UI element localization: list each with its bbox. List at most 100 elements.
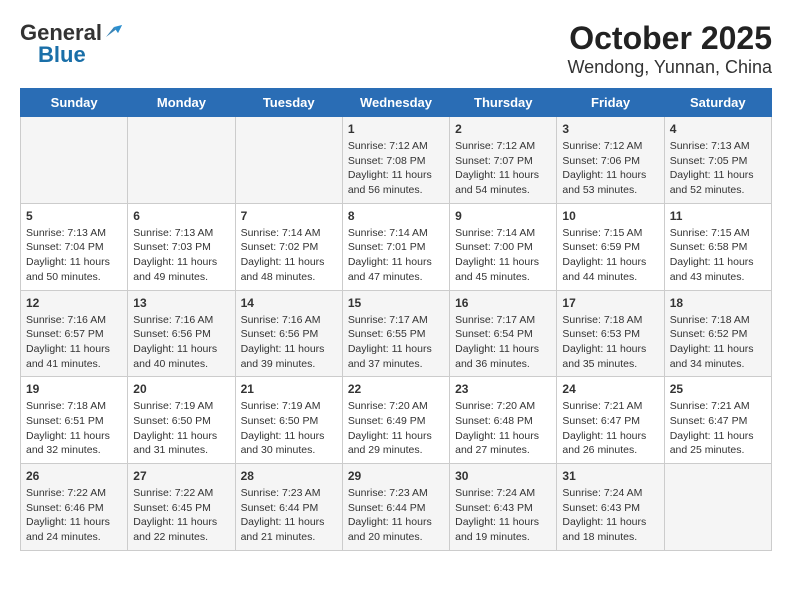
day-header-monday: Monday (128, 89, 235, 117)
day-cell: 8 Sunrise: 7:14 AMSunset: 7:01 PMDaylight… (342, 203, 449, 290)
day-detail: Sunrise: 7:15 AMSunset: 6:58 PMDaylight:… (670, 226, 766, 285)
day-cell: 31 Sunrise: 7:24 AMSunset: 6:43 PMDayligh… (557, 464, 664, 551)
day-cell: 5 Sunrise: 7:13 AMSunset: 7:04 PMDaylight… (21, 203, 128, 290)
day-detail: Sunrise: 7:14 AMSunset: 7:00 PMDaylight:… (455, 226, 551, 285)
day-number: 5 (26, 209, 122, 223)
day-detail: Sunrise: 7:12 AMSunset: 7:07 PMDaylight:… (455, 139, 551, 198)
day-detail: Sunrise: 7:14 AMSunset: 7:01 PMDaylight:… (348, 226, 444, 285)
day-cell: 28 Sunrise: 7:23 AMSunset: 6:44 PMDayligh… (235, 464, 342, 551)
day-number: 7 (241, 209, 337, 223)
day-number: 28 (241, 469, 337, 483)
day-detail: Sunrise: 7:21 AMSunset: 6:47 PMDaylight:… (562, 399, 658, 458)
day-cell: 25Sunrise: 7:21 AMSunset: 6:47 PMDayligh… (664, 377, 771, 464)
day-detail: Sunrise: 7:22 AMSunset: 6:45 PMDaylight:… (133, 486, 229, 545)
week-row-1: 1 Sunrise: 7:12 AMSunset: 7:08 PMDaylight… (21, 117, 772, 204)
day-number: 22 (348, 382, 444, 396)
week-row-2: 5 Sunrise: 7:13 AMSunset: 7:04 PMDaylight… (21, 203, 772, 290)
day-detail: Sunrise: 7:24 AMSunset: 6:43 PMDaylight:… (455, 486, 551, 545)
day-number: 17 (562, 296, 658, 310)
day-number: 2 (455, 122, 551, 136)
day-detail: Sunrise: 7:21 AMSunset: 6:47 PMDaylight:… (670, 399, 766, 458)
page-title: October 2025 (567, 20, 772, 57)
day-header-friday: Friday (557, 89, 664, 117)
day-detail: Sunrise: 7:23 AMSunset: 6:44 PMDaylight:… (241, 486, 337, 545)
day-detail: Sunrise: 7:16 AMSunset: 6:57 PMDaylight:… (26, 313, 122, 372)
day-detail: Sunrise: 7:12 AMSunset: 7:08 PMDaylight:… (348, 139, 444, 198)
day-cell: 3 Sunrise: 7:12 AMSunset: 7:06 PMDaylight… (557, 117, 664, 204)
week-row-3: 12 Sunrise: 7:16 AMSunset: 6:57 PMDayligh… (21, 290, 772, 377)
day-detail: Sunrise: 7:15 AMSunset: 6:59 PMDaylight:… (562, 226, 658, 285)
day-number: 16 (455, 296, 551, 310)
day-cell (664, 464, 771, 551)
day-number: 29 (348, 469, 444, 483)
day-detail: Sunrise: 7:24 AMSunset: 6:43 PMDaylight:… (562, 486, 658, 545)
day-detail: Sunrise: 7:18 AMSunset: 6:51 PMDaylight:… (26, 399, 122, 458)
day-number: 3 (562, 122, 658, 136)
title-block: October 2025 Wendong, Yunnan, China (567, 20, 772, 78)
day-cell (21, 117, 128, 204)
day-number: 10 (562, 209, 658, 223)
day-cell: 26 Sunrise: 7:22 AMSunset: 6:46 PMDayligh… (21, 464, 128, 551)
header-row: SundayMondayTuesdayWednesdayThursdayFrid… (21, 89, 772, 117)
day-detail: Sunrise: 7:13 AMSunset: 7:05 PMDaylight:… (670, 139, 766, 198)
week-row-5: 26 Sunrise: 7:22 AMSunset: 6:46 PMDayligh… (21, 464, 772, 551)
day-number: 24 (562, 382, 658, 396)
day-detail: Sunrise: 7:14 AMSunset: 7:02 PMDaylight:… (241, 226, 337, 285)
day-cell: 24 Sunrise: 7:21 AMSunset: 6:47 PMDayligh… (557, 377, 664, 464)
day-number: 20 (133, 382, 229, 396)
day-number: 30 (455, 469, 551, 483)
day-number: 6 (133, 209, 229, 223)
day-cell: 7 Sunrise: 7:14 AMSunset: 7:02 PMDaylight… (235, 203, 342, 290)
calendar-table: SundayMondayTuesdayWednesdayThursdayFrid… (20, 88, 772, 551)
day-cell: 20Sunrise: 7:19 AMSunset: 6:50 PMDayligh… (128, 377, 235, 464)
logo-bird-icon (104, 23, 122, 41)
day-cell: 11 Sunrise: 7:15 AMSunset: 6:58 PMDayligh… (664, 203, 771, 290)
day-number: 27 (133, 469, 229, 483)
day-number: 9 (455, 209, 551, 223)
day-detail: Sunrise: 7:20 AMSunset: 6:48 PMDaylight:… (455, 399, 551, 458)
day-detail: Sunrise: 7:18 AMSunset: 6:52 PMDaylight:… (670, 313, 766, 372)
day-number: 23 (455, 382, 551, 396)
day-number: 18 (670, 296, 766, 310)
day-number: 13 (133, 296, 229, 310)
logo-blue-text: Blue (38, 42, 86, 68)
day-cell: 9 Sunrise: 7:14 AMSunset: 7:00 PMDaylight… (450, 203, 557, 290)
day-number: 1 (348, 122, 444, 136)
day-cell: 18 Sunrise: 7:18 AMSunset: 6:52 PMDayligh… (664, 290, 771, 377)
day-cell: 17 Sunrise: 7:18 AMSunset: 6:53 PMDayligh… (557, 290, 664, 377)
day-detail: Sunrise: 7:22 AMSunset: 6:46 PMDaylight:… (26, 486, 122, 545)
week-row-4: 19Sunrise: 7:18 AMSunset: 6:51 PMDayligh… (21, 377, 772, 464)
day-number: 26 (26, 469, 122, 483)
day-detail: Sunrise: 7:17 AMSunset: 6:54 PMDaylight:… (455, 313, 551, 372)
day-number: 15 (348, 296, 444, 310)
day-number: 14 (241, 296, 337, 310)
day-header-sunday: Sunday (21, 89, 128, 117)
day-header-saturday: Saturday (664, 89, 771, 117)
day-cell: 15 Sunrise: 7:17 AMSunset: 6:55 PMDayligh… (342, 290, 449, 377)
day-detail: Sunrise: 7:13 AMSunset: 7:03 PMDaylight:… (133, 226, 229, 285)
day-cell: 6 Sunrise: 7:13 AMSunset: 7:03 PMDaylight… (128, 203, 235, 290)
day-detail: Sunrise: 7:16 AMSunset: 6:56 PMDaylight:… (241, 313, 337, 372)
day-number: 11 (670, 209, 766, 223)
day-number: 4 (670, 122, 766, 136)
day-detail: Sunrise: 7:19 AMSunset: 6:50 PMDaylight:… (241, 399, 337, 458)
page-subtitle: Wendong, Yunnan, China (567, 57, 772, 78)
day-number: 8 (348, 209, 444, 223)
page-header: General Blue October 2025 Wendong, Yunna… (20, 20, 772, 78)
day-cell (235, 117, 342, 204)
day-header-thursday: Thursday (450, 89, 557, 117)
day-detail: Sunrise: 7:16 AMSunset: 6:56 PMDaylight:… (133, 313, 229, 372)
day-number: 12 (26, 296, 122, 310)
day-cell: 14 Sunrise: 7:16 AMSunset: 6:56 PMDayligh… (235, 290, 342, 377)
day-number: 31 (562, 469, 658, 483)
day-detail: Sunrise: 7:13 AMSunset: 7:04 PMDaylight:… (26, 226, 122, 285)
day-detail: Sunrise: 7:12 AMSunset: 7:06 PMDaylight:… (562, 139, 658, 198)
day-detail: Sunrise: 7:20 AMSunset: 6:49 PMDaylight:… (348, 399, 444, 458)
day-cell: 2 Sunrise: 7:12 AMSunset: 7:07 PMDaylight… (450, 117, 557, 204)
day-cell: 30 Sunrise: 7:24 AMSunset: 6:43 PMDayligh… (450, 464, 557, 551)
day-header-tuesday: Tuesday (235, 89, 342, 117)
day-detail: Sunrise: 7:17 AMSunset: 6:55 PMDaylight:… (348, 313, 444, 372)
day-cell: 16 Sunrise: 7:17 AMSunset: 6:54 PMDayligh… (450, 290, 557, 377)
day-cell (128, 117, 235, 204)
day-detail: Sunrise: 7:18 AMSunset: 6:53 PMDaylight:… (562, 313, 658, 372)
